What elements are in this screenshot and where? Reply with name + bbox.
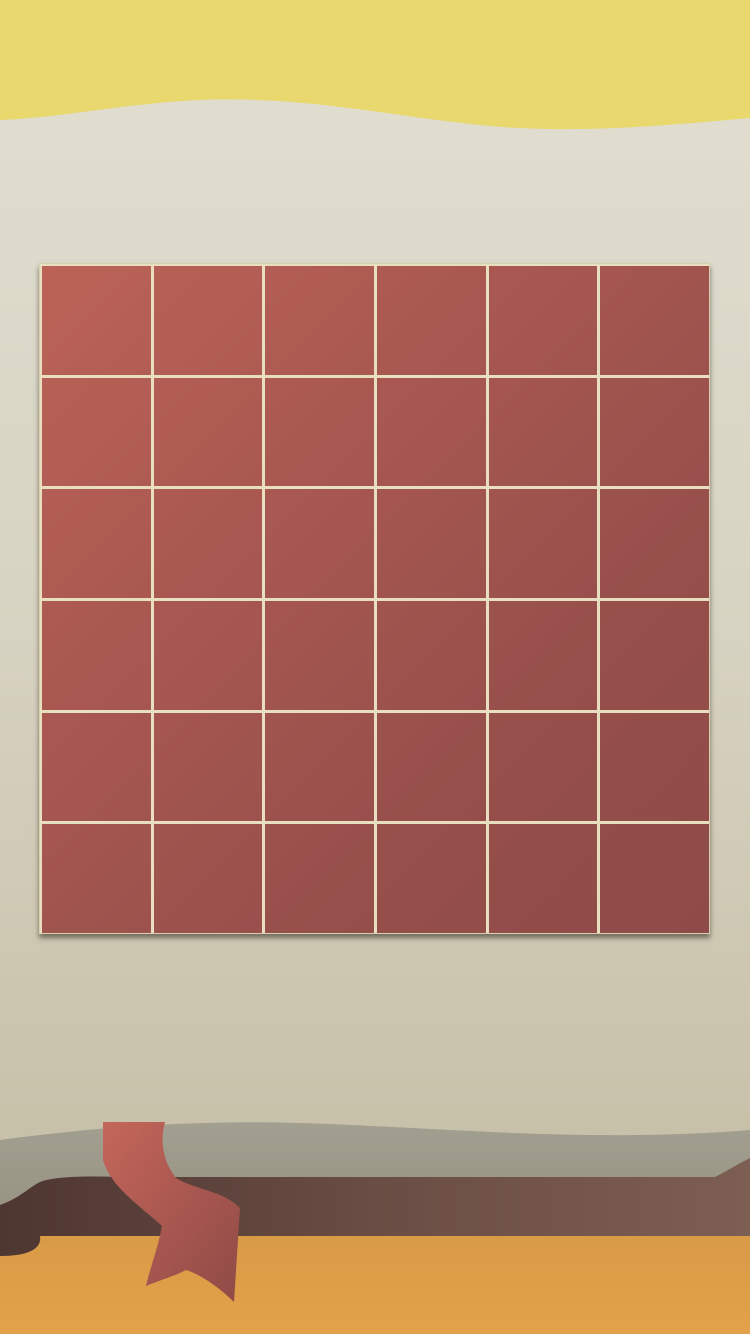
board-tile-r3-c3[interactable]: [265, 489, 374, 598]
game-screen: [0, 0, 750, 1334]
board-tile-r5-c2[interactable]: [153, 712, 263, 822]
board-tile-r2-c6[interactable]: [600, 377, 709, 487]
board-tile-r3-c2[interactable]: [153, 489, 263, 598]
board-tile-r3-c1[interactable]: [42, 489, 151, 598]
board-tile-r6-c6[interactable]: [600, 824, 709, 933]
board-tile-r1-c3[interactable]: [265, 266, 374, 375]
board-tile-r4-c5[interactable]: [488, 600, 598, 710]
sky-band: [0, 0, 750, 130]
board-tile-r6-c3[interactable]: [265, 824, 374, 933]
board-tile-r4-c4[interactable]: [376, 600, 486, 710]
board-tile-r1-c2[interactable]: [153, 266, 263, 375]
board-tile-r6-c2[interactable]: [153, 824, 263, 933]
board-tile-r3-c6[interactable]: [600, 489, 709, 598]
board-tile-r6-c4[interactable]: [376, 824, 486, 933]
board-tile-r5-c6[interactable]: [600, 712, 709, 822]
board-tile-r3-c5[interactable]: [488, 489, 598, 598]
board-tile-r2-c1[interactable]: [42, 377, 151, 487]
board-tile-r2-c3[interactable]: [265, 377, 374, 487]
board-tile-r5-c5[interactable]: [488, 712, 598, 822]
board-tile-r6-c1[interactable]: [42, 824, 151, 933]
board-tile-r5-c1[interactable]: [42, 712, 151, 822]
floor: [0, 1225, 750, 1334]
board-tile-r4-c2[interactable]: [153, 600, 263, 710]
board-tile-r4-c3[interactable]: [265, 600, 374, 710]
board-tile-r3-c4[interactable]: [376, 489, 486, 598]
tile-grid: [42, 266, 709, 933]
board-tile-r1-c5[interactable]: [488, 266, 598, 375]
game-board: [39, 263, 710, 934]
board-tile-r1-c1[interactable]: [42, 266, 151, 375]
board-tile-r5-c4[interactable]: [376, 712, 486, 822]
board-tile-r5-c3[interactable]: [265, 712, 374, 822]
board-tile-r6-c5[interactable]: [488, 824, 598, 933]
board-tile-r2-c5[interactable]: [488, 377, 598, 487]
board-tile-r4-c1[interactable]: [42, 600, 151, 710]
board-tile-r1-c4[interactable]: [376, 266, 486, 375]
board-tile-r2-c4[interactable]: [376, 377, 486, 487]
board-tile-r4-c6[interactable]: [600, 600, 709, 710]
board-tile-r2-c2[interactable]: [153, 377, 263, 487]
board-tile-r1-c6[interactable]: [600, 266, 709, 375]
